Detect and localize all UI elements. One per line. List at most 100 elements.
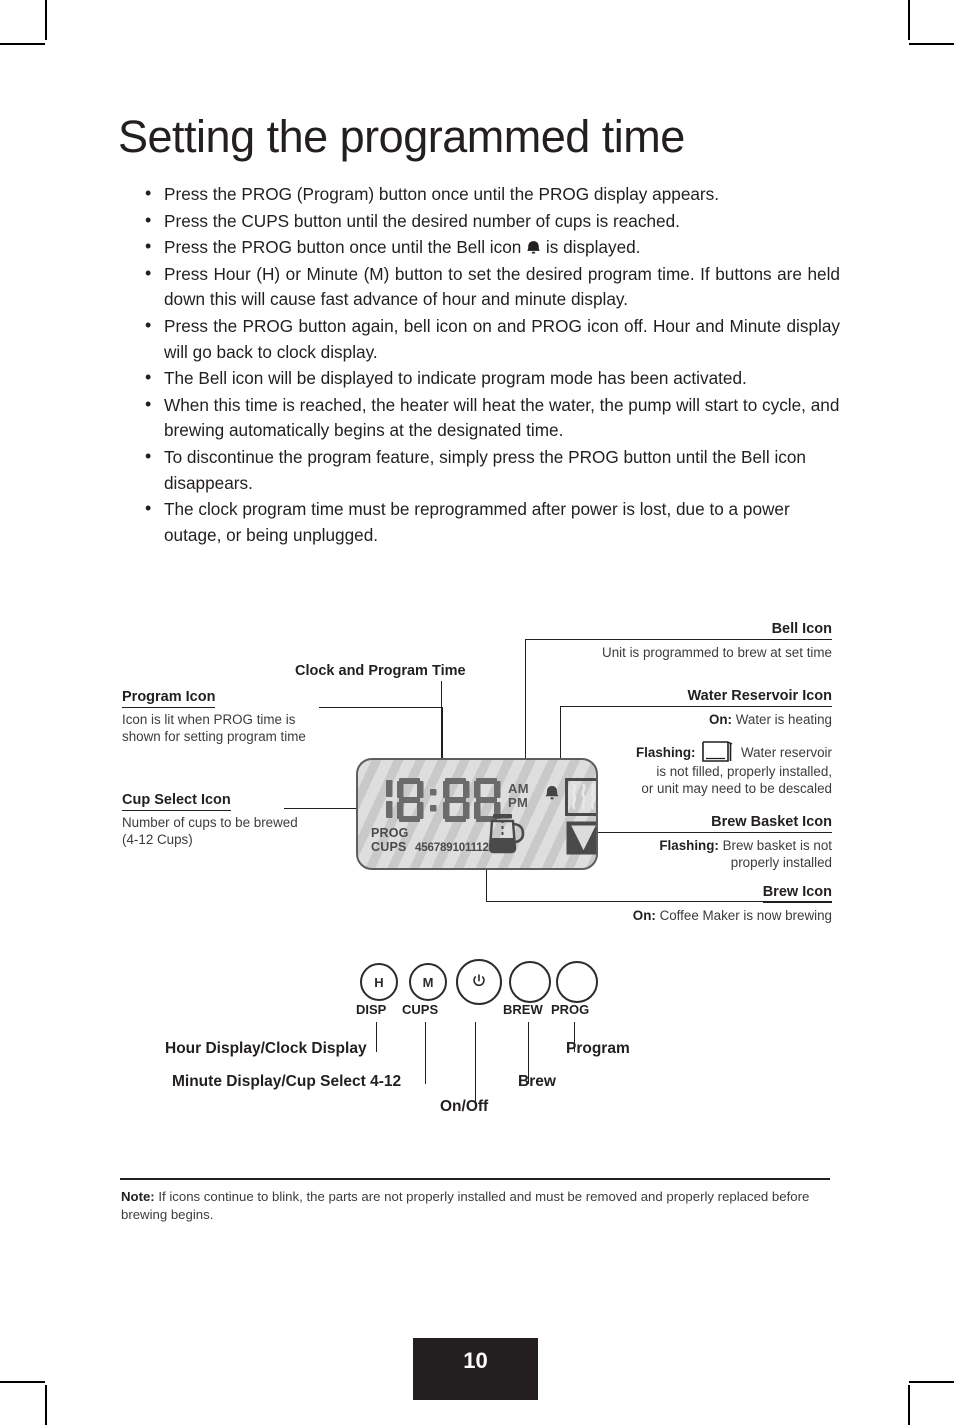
callout-heading-clock: Clock and Program Time xyxy=(295,663,466,679)
onoff-description: On/Off xyxy=(440,1098,489,1115)
list-item-text: Press Hour (H) or Minute (M) button to s… xyxy=(164,263,840,310)
note-label: Note: xyxy=(121,1189,155,1204)
callout-heading-brew-basket: Brew Basket Icon xyxy=(711,814,832,833)
crop-mark-top-right-v xyxy=(908,0,910,40)
bullet-dot: • xyxy=(145,314,152,335)
crop-mark-top-right-h xyxy=(909,43,954,45)
bell-icon xyxy=(544,785,560,802)
bullet-dot: • xyxy=(145,445,152,466)
lcd-cups-numbers: 456789101112 xyxy=(415,841,489,854)
list-item: • Press the CUPS button until the desire… xyxy=(140,209,840,235)
water-on-line: On: Water is heating xyxy=(402,711,832,728)
lcd-cups-label: CUPS xyxy=(371,840,407,854)
list-item: • Press the PROG button again, bell icon… xyxy=(140,314,840,365)
list-item-text: Press the PROG (Program) button once unt… xyxy=(164,184,720,204)
crop-mark-bottom-left-h xyxy=(0,1381,45,1383)
note-text: Note: If icons continue to blink, the pa… xyxy=(121,1188,833,1223)
bullet-dot: • xyxy=(145,393,152,414)
water-on-label: On: xyxy=(708,712,733,727)
leader-line-water-h xyxy=(560,706,832,708)
hour-button-glyph: H xyxy=(374,974,384,990)
basket-flashing-label: Flashing: xyxy=(659,838,719,853)
brew-description: Brew xyxy=(518,1073,556,1090)
list-item-text: The clock program time must be reprogram… xyxy=(164,499,790,545)
brew-basket-icon xyxy=(565,820,596,856)
crop-mark-top-left-h xyxy=(0,43,45,45)
list-item: • When this time is reached, the heater … xyxy=(140,393,840,444)
callout-body-brew: On: Coffee Maker is now brewing xyxy=(402,907,832,924)
bullet-dot: • xyxy=(145,183,152,203)
brew-button-label: BREW xyxy=(503,1002,543,1017)
note-body: If icons continue to blink, the parts ar… xyxy=(121,1189,810,1222)
lcd-ampm-indicator: AM PM xyxy=(508,782,529,809)
bullet-dot: • xyxy=(145,367,152,388)
bullet-dot: • xyxy=(145,262,152,283)
list-item-text: To discontinue the program feature, simp… xyxy=(164,446,806,493)
crop-mark-bottom-left-v xyxy=(45,1385,47,1425)
hour-button-label: DISP xyxy=(356,1002,387,1017)
lcd-display-panel: AM PM PROG CUPS 456789101112 xyxy=(356,758,598,870)
note-divider xyxy=(120,1178,830,1180)
water-flashing-label: Flashing: xyxy=(635,745,696,760)
water-reservoir-icon xyxy=(565,778,596,816)
bullet-dot: • xyxy=(145,209,152,230)
callout-body-program-icon: Icon is lit when PROG time is shown for … xyxy=(122,712,306,744)
leader-line-bell-h xyxy=(525,639,832,641)
program-description: Program xyxy=(566,1040,630,1057)
minute-display-description: Minute Display/Cup Select 4-12 xyxy=(172,1073,402,1090)
water-flashing-text-1: Water reservoir xyxy=(740,745,832,760)
callout-heading-water-reservoir: Water Reservoir Icon xyxy=(687,688,832,707)
bullet-dot: • xyxy=(145,498,152,519)
hour-display-button[interactable]: H xyxy=(360,963,398,1001)
brew-on-label: On: xyxy=(632,908,656,923)
water-reservoir-icon xyxy=(701,741,735,763)
leader-line-minute-desc xyxy=(425,1022,427,1084)
callout-heading-program-icon: Program Icon xyxy=(122,689,216,708)
minute-button-glyph: M xyxy=(422,974,434,990)
leader-line-hour-desc xyxy=(376,1022,378,1052)
list-item-text: When this time is reached, the heater wi… xyxy=(164,394,840,441)
cups-button-label: CUPS xyxy=(402,1002,439,1017)
lcd-pm-label: PM xyxy=(508,794,529,810)
power-button[interactable] xyxy=(456,959,502,1005)
lcd-time-digits xyxy=(372,776,502,826)
list-item: • Press the PROG (Program) button once u… xyxy=(140,182,840,208)
brew-button[interactable] xyxy=(509,961,551,1003)
basket-flashing-text: Brew basket is not xyxy=(718,838,832,853)
list-item-text: Press the PROG button again, bell icon o… xyxy=(164,315,840,362)
prog-button[interactable] xyxy=(556,961,598,1003)
list-item: • Press the PROG button once until the B… xyxy=(140,235,840,261)
instruction-list: • Press the PROG (Program) button once u… xyxy=(140,182,840,549)
bullet-dot: • xyxy=(145,236,152,257)
list-item: • The clock program time must be reprogr… xyxy=(140,497,840,548)
button-row: H DISP M CUPS BREW PROG xyxy=(0,955,954,1017)
list-item-text: Press the CUPS button until the desired … xyxy=(164,210,680,231)
water-on-text: Water is heating xyxy=(732,712,832,727)
control-panel-diagram: Bell Icon Unit is programmed to brew at … xyxy=(0,600,954,1140)
crop-mark-bottom-right-h xyxy=(909,1381,954,1383)
leader-line-onoff-desc xyxy=(475,1022,477,1108)
leader-line-program-h1 xyxy=(319,707,443,709)
callout-heading-bell: Bell Icon xyxy=(771,621,832,640)
hour-display-description: Hour Display/Clock Display xyxy=(165,1040,367,1057)
callout-body-bell: Unit is programmed to brew at set time xyxy=(602,645,832,660)
list-item-text: The Bell icon will be displayed to indic… xyxy=(164,368,747,389)
crop-mark-bottom-right-v xyxy=(908,1385,910,1425)
page-title: Setting the programmed time xyxy=(118,111,685,162)
power-icon xyxy=(471,973,487,991)
lcd-am-label: AM xyxy=(508,781,529,796)
list-item-text-after: is displayed. xyxy=(545,237,641,258)
prog-button-label: PROG xyxy=(551,1002,590,1017)
page-number: 10 xyxy=(413,1338,538,1400)
brew-on-text: Coffee Maker is now brewing xyxy=(655,908,832,923)
list-item: • To discontinue the program feature, si… xyxy=(140,445,840,496)
minute-cups-button[interactable]: M xyxy=(409,963,447,1001)
list-item: • Press Hour (H) or Minute (M) button to… xyxy=(140,262,840,313)
bell-icon xyxy=(526,240,541,255)
callout-body-cup-select: Number of cups to be brewed (4-12 Cups) xyxy=(122,815,298,847)
leader-line-basket-h xyxy=(594,832,832,834)
lcd-prog-label: PROG xyxy=(371,826,409,840)
leader-line-brew-v xyxy=(486,866,488,902)
list-item-text-before: Press the PROG button once until the Bel… xyxy=(164,237,522,258)
crop-mark-top-left-v xyxy=(45,0,47,40)
